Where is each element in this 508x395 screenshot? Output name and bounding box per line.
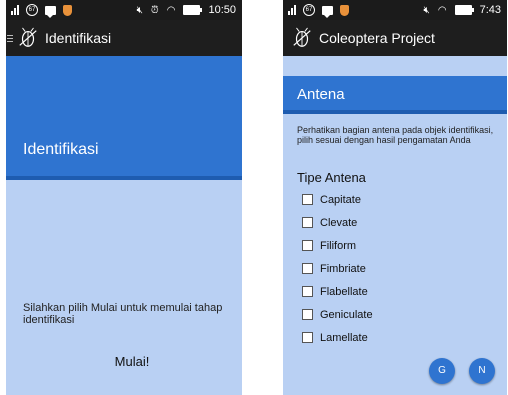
battery-icon [454, 5, 474, 15]
status-bar: 67 🔇︎ ⏰︎ ◠ 10:50 [6, 0, 242, 20]
app-title: Identifikasi [45, 30, 112, 46]
mute-icon: 🔇︎ [136, 4, 143, 16]
app-logo-icon [293, 27, 311, 47]
option-label: Clevate [320, 216, 358, 229]
message-icon [45, 5, 56, 18]
option-filiform[interactable]: Filiform [302, 234, 373, 257]
message-icon [322, 5, 333, 18]
status-time: 7:43 [479, 4, 501, 16]
wifi-icon: ◠ [166, 4, 176, 16]
menu-icon[interactable] [7, 34, 13, 42]
alarm-icon: ⏰︎ [150, 4, 159, 16]
notification-badge: 67 [26, 4, 38, 16]
option-label: Lamellate [320, 331, 368, 344]
app-title: Coleoptera Project [319, 30, 435, 46]
status-bar: 67 🔇︎ ◠ 7:43 [283, 0, 507, 20]
checkbox[interactable] [302, 332, 313, 343]
antenna-screen: 67 🔇︎ ◠ 7:43 Coleoptera Project Antena P… [283, 0, 507, 395]
notification-badge: 67 [303, 4, 315, 16]
signal-icon [288, 5, 296, 15]
instruction-text: Silahkan pilih Mulai untuk memulai tahap… [23, 302, 223, 326]
checkbox[interactable] [302, 194, 313, 205]
checkbox[interactable] [302, 217, 313, 228]
signal-icon [11, 5, 19, 15]
page-title: Antena [297, 86, 345, 103]
option-label: Fimbriate [320, 262, 366, 275]
shield-icon [63, 4, 72, 16]
option-capitate[interactable]: Capitate [302, 188, 373, 211]
option-label: Filiform [320, 239, 357, 252]
status-time: 10:50 [208, 4, 236, 16]
identification-screen: 67 🔇︎ ⏰︎ ◠ 10:50 Identifikasi Identifika… [6, 0, 242, 395]
start-button[interactable]: Mulai! [86, 350, 178, 374]
fab-n-button[interactable]: N [469, 358, 495, 384]
option-geniculate[interactable]: Geniculate [302, 303, 373, 326]
checkbox[interactable] [302, 286, 313, 297]
option-label: Capitate [320, 193, 361, 206]
checkbox[interactable] [302, 263, 313, 274]
option-label: Geniculate [320, 308, 373, 321]
section-title: Tipe Antena [297, 170, 366, 185]
option-clevate[interactable]: Clevate [302, 211, 373, 234]
instruction-text: Perhatikan bagian antena pada objek iden… [297, 125, 494, 145]
page-title: Identifikasi [23, 141, 99, 158]
battery-icon [183, 5, 203, 15]
app-bar: Identifikasi [6, 20, 242, 56]
app-bar: Coleoptera Project [283, 20, 507, 56]
option-label: Flabellate [320, 285, 368, 298]
option-lamellate[interactable]: Lamellate [302, 326, 373, 349]
wifi-icon: ◠ [437, 4, 447, 16]
shield-icon [340, 4, 349, 16]
page-banner: Identifikasi [6, 56, 242, 180]
option-fimbriate[interactable]: Fimbriate [302, 257, 373, 280]
option-flabellate[interactable]: Flabellate [302, 280, 373, 303]
app-logo-icon [19, 27, 37, 47]
antenna-type-options: Capitate Clevate Filiform Fimbriate Flab… [302, 188, 373, 349]
mute-icon: 🔇︎ [423, 4, 430, 16]
checkbox[interactable] [302, 309, 313, 320]
fab-g-button[interactable]: G [429, 358, 455, 384]
page-banner: Antena [283, 76, 507, 114]
checkbox[interactable] [302, 240, 313, 251]
